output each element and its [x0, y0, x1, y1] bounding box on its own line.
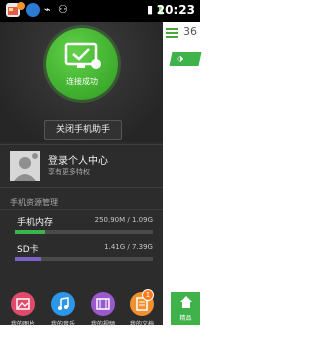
storage-value: 250.90M / 1.09G — [94, 216, 153, 224]
featured-tab[interactable]: 精品 — [171, 292, 200, 325]
storage-bar — [15, 257, 153, 261]
pictures-icon — [11, 292, 35, 316]
user-center-title: 登录个人中心 — [48, 156, 108, 167]
app-shortcut-video[interactable]: 我的视频 — [86, 292, 120, 328]
storage-bar — [15, 230, 153, 234]
connection-status-button[interactable]: 连接成功 — [46, 28, 118, 100]
user-icon — [14, 153, 38, 181]
app-label: 我的文档 — [129, 321, 154, 328]
status-time: 20:23 — [156, 3, 195, 17]
app-shortcut-music[interactable]: 我的音乐 — [46, 292, 80, 328]
music-icon — [51, 292, 75, 316]
main-panel-peek[interactable]: 36 ⬗ 精品 — [163, 22, 202, 325]
storage-bar-fill — [15, 257, 42, 261]
browser-icon — [26, 3, 40, 17]
app-label: 我的视频 — [90, 321, 115, 328]
tag-icon: ⬗ — [177, 54, 184, 63]
home-icon — [179, 296, 192, 308]
side-drawer: 连接成功 关闭手机助手 登录个人中心 享有更多特权 手机资源管理 手机内存 25… — [0, 22, 163, 328]
android-icon: ⚇ — [58, 3, 68, 16]
avatar — [10, 151, 40, 181]
monitor-check-icon — [64, 42, 101, 69]
featured-label: 精品 — [179, 315, 192, 322]
connection-status-label: 连接成功 — [66, 77, 98, 86]
document-badge: 1 — [142, 289, 154, 301]
storage-name: 手机内存 — [17, 218, 54, 228]
app-shortcuts: 我的图片 我的音乐 我的视频 1 我的文档 — [0, 289, 163, 342]
storage-value: 1.41G / 7.39G — [104, 243, 153, 251]
app-label: 我的图片 — [10, 321, 35, 328]
menu-icon[interactable] — [166, 28, 178, 38]
divider — [0, 209, 163, 210]
usb-icon: ⌁ — [44, 3, 51, 16]
connection-hero: 连接成功 关闭手机助手 — [0, 22, 163, 142]
video-icon — [91, 292, 115, 316]
notification-dot — [17, 2, 25, 10]
section-title: 手机资源管理 — [10, 198, 58, 207]
storage-name: SD卡 — [17, 245, 39, 255]
app-shortcut-pictures[interactable]: 我的图片 — [6, 292, 40, 328]
status-bar: ⌁ ⚇ ▮ ▮ 20:23 — [0, 0, 200, 22]
document-icon: 1 — [130, 289, 154, 316]
user-center-subtitle: 享有更多特权 — [48, 168, 90, 176]
storage-bar-fill — [15, 230, 46, 234]
app-shortcut-documents[interactable]: 1 我的文档 — [125, 289, 159, 328]
signal-icon: ▮ — [147, 3, 154, 16]
divider — [0, 187, 163, 188]
promo-tab[interactable]: ⬗ — [169, 52, 202, 66]
item-count: 36 — [183, 25, 197, 38]
app-label: 我的音乐 — [50, 321, 75, 328]
user-center-login[interactable]: 登录个人中心 享有更多特权 — [0, 145, 163, 185]
close-assistant-button[interactable]: 关闭手机助手 — [44, 120, 122, 140]
